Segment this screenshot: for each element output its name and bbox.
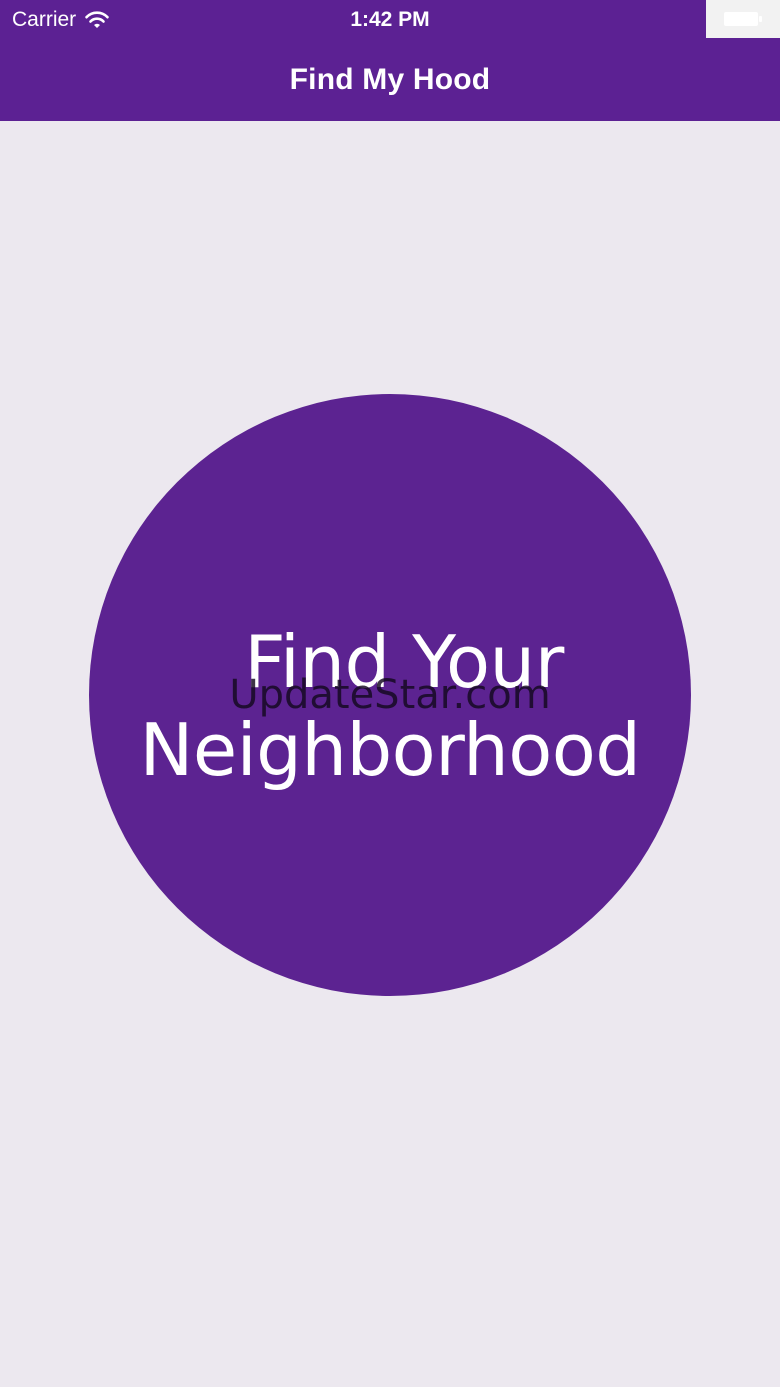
status-bar: Carrier 1:42 PM (0, 0, 780, 40)
button-label-line1: Find Your (244, 620, 564, 704)
find-neighborhood-button[interactable]: Find Your Neighborhood UpdateStar.com (89, 394, 691, 996)
page-title: Find My Hood (289, 62, 491, 96)
battery-icon (724, 12, 762, 26)
navigation-bar: Find My Hood (0, 40, 780, 121)
button-label-line2: Neighborhood (139, 708, 641, 792)
main-content: Find Your Neighborhood UpdateStar.com (0, 121, 780, 1387)
clock-time: 1:42 PM (350, 8, 430, 31)
battery-indicator (706, 0, 780, 38)
find-neighborhood-label: Find Your Neighborhood (89, 618, 691, 794)
